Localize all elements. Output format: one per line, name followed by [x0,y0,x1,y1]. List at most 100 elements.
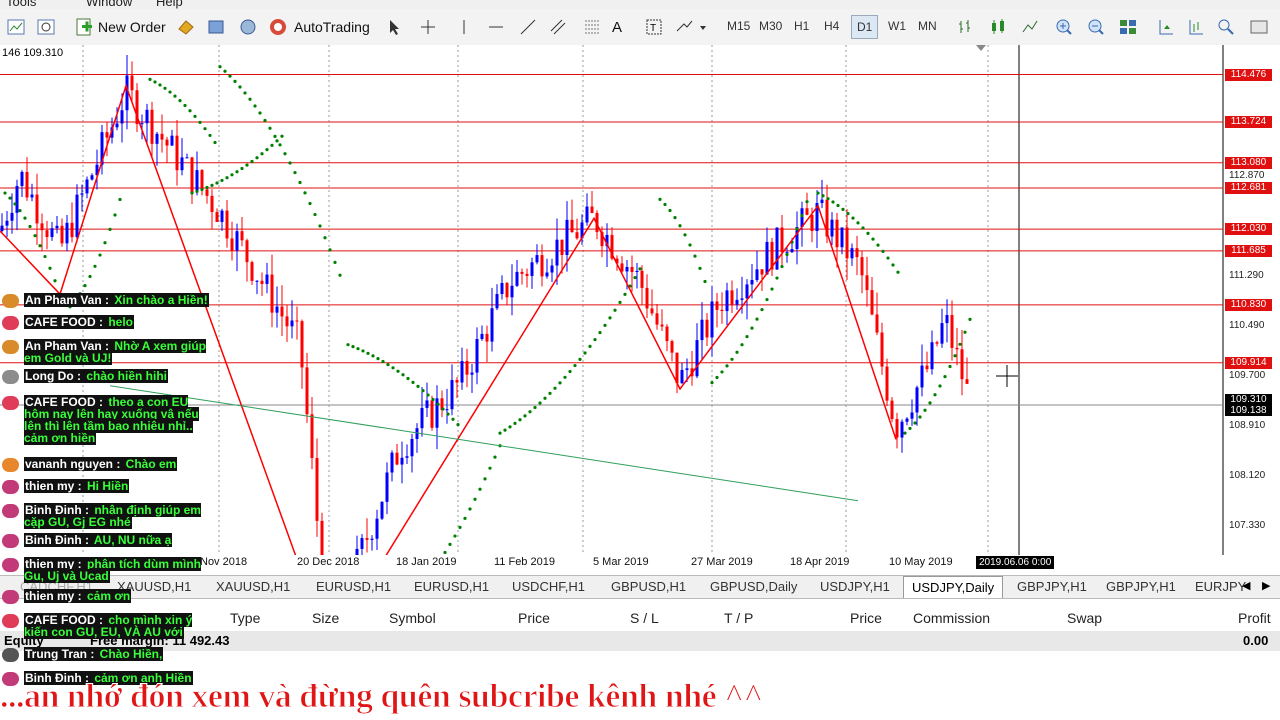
tile-windows-icon[interactable] [1118,15,1138,39]
tab-gbpusd-daily[interactable]: GBPUSD,Daily [710,579,797,594]
col-sl[interactable]: S / L [630,610,659,626]
timeframe-m30[interactable]: M30 [759,19,782,33]
candle-body [60,225,64,244]
candle-body [665,326,669,342]
col-swap[interactable]: Swap [1067,610,1102,626]
text-icon[interactable]: A [612,15,622,39]
bar-chart-icon[interactable] [956,15,976,39]
timeframe-h1[interactable]: H1 [794,19,809,33]
parabolic-sar-dot [755,317,759,321]
col-type[interactable]: Type [230,610,260,626]
candle-body [920,365,924,388]
timeframe-m15[interactable]: M15 [727,19,750,33]
line-chart-icon[interactable] [1020,15,1040,39]
timeframe-d1[interactable]: D1 [851,15,879,39]
tab-eurusd-h1[interactable]: EURUSD,H1 [414,579,489,594]
text-label-icon[interactable]: T [644,15,664,39]
col-profit[interactable]: Profit [1238,610,1271,626]
zoom-out-icon[interactable] [1086,15,1106,39]
menu-window[interactable]: Window [86,0,132,9]
parabolic-sar-dot [318,224,322,228]
col-size[interactable]: Size [312,610,339,626]
tab-eurjpy[interactable]: EURJPY [1195,579,1246,594]
col-tp[interactable]: T / P [724,610,753,626]
menu-tools[interactable]: Tools [6,0,36,9]
new-order-button[interactable]: New Order [74,15,166,39]
candle-body [630,266,634,273]
market-watch-icon[interactable] [238,15,258,39]
tab-gbpusd-h1[interactable]: GBPUSD,H1 [611,579,686,594]
cursor-icon[interactable] [386,15,402,39]
parabolic-sar-dot [235,170,239,174]
parabolic-sar-dot [866,231,870,235]
vertical-line-icon[interactable] [456,15,472,39]
candle-body [0,225,4,231]
parabolic-sar-dot [93,264,97,268]
date-label: 20 Dec 2018 [297,556,360,568]
candle-body [160,133,164,140]
autoscroll-icon[interactable] [1186,15,1206,39]
profit-total: 0.00 [1243,633,1269,648]
trendline-icon[interactable] [518,15,538,39]
candle-body [470,372,474,375]
timeframe-w1[interactable]: W1 [888,19,906,33]
parabolic-sar-dot [108,227,112,231]
col-price[interactable]: Price [518,610,550,626]
autotrading-button[interactable]: AutoTrading [268,15,370,39]
tab-eurusd-h1[interactable]: EURUSD,H1 [316,579,391,594]
parabolic-sar-dot [688,243,692,247]
parabolic-sar-dot [288,161,292,165]
menu-help[interactable]: Help [156,0,183,9]
parabolic-sar-dot [745,335,749,339]
chat-author: vananh nguyen : [24,457,122,471]
crosshair-icon[interactable] [418,15,438,39]
parabolic-sar-dot [573,363,577,368]
parabolic-sar-dot [816,191,820,195]
candle-body [950,315,954,348]
chart-shift-icon[interactable] [1156,15,1176,39]
channel-icon[interactable] [548,15,568,39]
chart-new-icon[interactable] [6,15,28,39]
candlestick-icon[interactable] [988,15,1008,39]
parabolic-sar-dot [765,297,769,302]
tab-usdchf-h1[interactable]: USDCHF,H1 [512,579,585,594]
candle-body [955,347,959,350]
parabolic-sar-dot [328,248,332,252]
timeframe-h4[interactable]: H4 [824,19,839,33]
parabolic-sar-dot [248,97,252,101]
zoom-in-icon[interactable] [1054,15,1074,39]
tab-scroll-right-icon[interactable]: ▶ [1262,579,1270,592]
candle-body [505,282,509,298]
fibonacci-icon[interactable] [582,15,602,39]
candle-body [945,315,949,324]
parabolic-sar-dot [416,384,420,388]
templates-icon[interactable] [1248,15,1276,39]
metaeditor-icon[interactable] [176,15,196,39]
col-symbol[interactable]: Symbol [389,610,436,626]
horizontal-line-icon[interactable] [486,15,506,39]
tab-gbpjpy-h1[interactable]: GBPJPY,H1 [1106,579,1176,594]
tab-gbpjpy-h1[interactable]: GBPJPY,H1 [1017,579,1087,594]
parabolic-sar-dot [568,369,572,374]
tab-xauusd-h1[interactable]: XAUUSD,H1 [216,579,290,594]
timeframe-mn[interactable]: MN [918,19,937,33]
parabolic-sar-dot [381,359,385,364]
parabolic-sar-dot [821,194,825,198]
zoom-window-icon[interactable] [36,15,58,39]
chart-shift-marker [976,45,986,51]
navigator-icon[interactable] [206,15,226,39]
parabolic-sar-dot [800,214,804,218]
parabolic-sar-dot [473,497,477,501]
col-commission[interactable]: Commission [913,610,990,626]
tab-usdjpy-h1[interactable]: USDJPY,H1 [820,579,890,594]
parabolic-sar-dot [210,183,214,187]
parabolic-sar-dot [886,256,890,260]
parabolic-sar-dot [441,407,445,411]
col-price-current[interactable]: Price [850,610,882,626]
tab-scroll-left-icon[interactable]: ◀ [1242,579,1250,592]
candle-body [405,456,409,458]
indicators-icon[interactable] [1216,15,1236,39]
arrows-dropdown-icon[interactable] [674,15,708,39]
candle-body [295,320,299,322]
tab-usdjpy-daily[interactable]: USDJPY,Daily [903,576,1004,598]
